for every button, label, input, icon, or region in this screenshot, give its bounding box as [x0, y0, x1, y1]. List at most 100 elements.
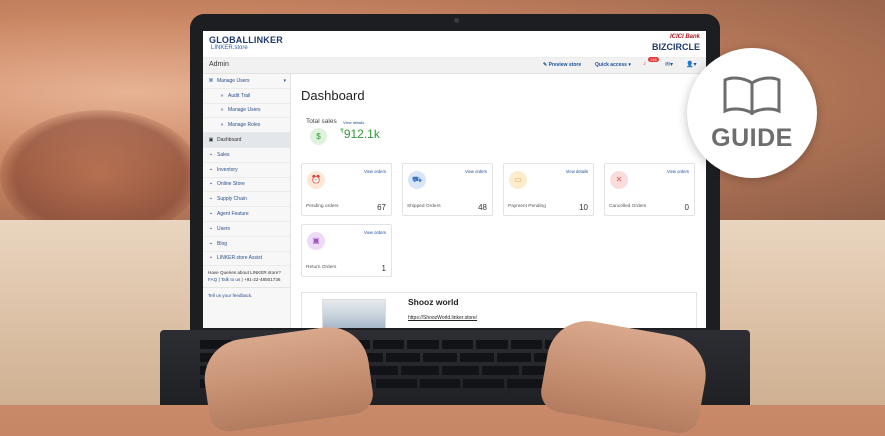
- card-label: Return Orders: [306, 265, 337, 270]
- help-text: Have Queries about LINKER.store?: [208, 270, 281, 276]
- main-content: Dashboard Total sales View details $ ₹91…: [291, 74, 706, 328]
- view-orders-link[interactable]: View orders: [364, 230, 386, 235]
- webcam: [454, 18, 459, 23]
- preview-store-label: Preview store: [548, 62, 582, 68]
- store-icon: ▪: [210, 181, 212, 188]
- app-header: GLOBALLINKER LINKER.store ICICI Bank BIZ…: [203, 31, 706, 58]
- bizcircle-logo: BIZCIRCLE: [652, 42, 700, 52]
- laptop-screen: GLOBALLINKER LINKER.store ICICI Bank BIZ…: [203, 31, 706, 328]
- sidebar-item-label: Blog: [217, 240, 228, 247]
- sidebar-item-label: LINKER.store Assist: [217, 255, 263, 262]
- cancelled-orders-card: ✕ View orders Cancelled Orders 0: [604, 163, 695, 216]
- sidebar-item-users[interactable]: ▪ Users: [203, 222, 290, 237]
- payment-pending-card: ▭ View details Payment Pending 10: [503, 163, 594, 216]
- user-menu-icon[interactable]: 👤▾: [686, 61, 696, 68]
- card-label: Pending orders: [306, 204, 339, 209]
- notification-badge: 146: [648, 57, 659, 62]
- total-sales-view-details[interactable]: View details: [343, 120, 364, 125]
- talk-to-us-link[interactable]: Talk to us: [221, 277, 240, 282]
- sidebar-item-label: Sales: [217, 151, 230, 158]
- card-count: 0: [684, 203, 689, 212]
- notification-bell-icon[interactable]: ♪: [643, 61, 646, 67]
- sidebar-item-manage-roles[interactable]: » Manage Roles: [203, 118, 290, 134]
- store-url-link[interactable]: https://ShoozWorld.linker.store/: [408, 315, 477, 321]
- card-count: 1: [381, 264, 386, 273]
- sidebar-item-inventory[interactable]: ▪ Inventory: [203, 163, 290, 178]
- user-icon: ▪: [210, 225, 212, 232]
- cart-cancel-icon: ✕: [610, 171, 628, 189]
- topbar-title: Admin: [209, 61, 229, 68]
- view-orders-link[interactable]: View orders: [465, 169, 487, 174]
- sidebar-item-dashboard[interactable]: ▣ Dashboard: [203, 133, 290, 148]
- card-count: 10: [579, 203, 588, 212]
- supply-chain-icon: ▪: [210, 196, 212, 203]
- sidebar-item-label: Agent Feature: [217, 211, 249, 218]
- agent-icon: ▪: [210, 211, 212, 218]
- return-box-icon: ▣: [307, 232, 325, 250]
- money-icon: $: [310, 128, 327, 145]
- card-label: Shipped Orders: [407, 204, 441, 209]
- messages-icon[interactable]: ✉▾: [665, 61, 673, 68]
- inventory-icon: ▪: [210, 166, 212, 173]
- sidebar-item-label: Manage Users: [217, 77, 250, 84]
- linker-store-logo: LINKER.store: [211, 45, 248, 51]
- sidebar-item-agent-feature[interactable]: ▪ Agent Feature: [203, 207, 290, 222]
- store-name: Shooz world: [408, 297, 459, 307]
- sidebar-item-blog[interactable]: ▪ Blog: [203, 237, 290, 252]
- sidebar-item-label: Supply Chain: [217, 196, 247, 203]
- card-label: Payment Pending: [508, 204, 546, 209]
- users-icon: ⌘: [208, 77, 214, 84]
- sidebar-item-manage-users[interactable]: ⌘ Manage Users ▾: [203, 74, 290, 89]
- truck-icon: ⛟: [408, 171, 426, 189]
- laptop-bezel: GLOBALLINKER LINKER.store ICICI Bank BIZ…: [190, 14, 720, 364]
- sidebar-item-label: Audit Trail: [228, 92, 251, 99]
- admin-topbar: Admin ✎ Preview store Quick access ▾ ♪ 1…: [203, 57, 706, 74]
- help-section: Have Queries about LINKER.store? FAQ | T…: [203, 266, 290, 283]
- card-count: 48: [478, 203, 487, 212]
- chevron-down-icon: ▾: [628, 62, 631, 68]
- shipped-orders-card: ⛟ View orders Shipped Orders 48: [402, 163, 493, 216]
- page-title: Dashboard: [301, 88, 365, 103]
- sidebar-item-audit-trail[interactable]: » Audit Trail: [203, 89, 290, 104]
- double-chevron-icon: »: [220, 122, 224, 129]
- view-details-link[interactable]: View details: [566, 169, 588, 174]
- guide-label: GUIDE: [711, 124, 793, 152]
- info-icon: •: [210, 255, 212, 262]
- guide-badge: GUIDE: [687, 48, 817, 178]
- sidebar-item-label: Dashboard: [217, 137, 242, 144]
- sidebar-item-supply-chain[interactable]: ▪ Supply Chain: [203, 192, 290, 208]
- sidebar-item-label: Manage Roles: [228, 122, 261, 129]
- pending-orders-card: ⏰ View orders Pending orders 67: [301, 163, 392, 216]
- globallinker-logo[interactable]: GLOBALLINKER: [209, 35, 283, 45]
- icici-bank-logo: ICICI Bank: [669, 34, 700, 40]
- view-orders-link[interactable]: View orders: [364, 169, 386, 174]
- sidebar-item-assist[interactable]: • LINKER.store Assist: [203, 252, 290, 267]
- total-sales-amount: 912.1k: [343, 127, 380, 141]
- store-thumbnail[interactable]: [322, 299, 386, 328]
- chevron-down-icon: ▾: [283, 77, 286, 84]
- preview-store-link[interactable]: ✎ Preview store: [543, 62, 581, 68]
- sidebar-item-label: Online Store: [217, 181, 245, 188]
- sidebar-item-online-store[interactable]: ▪ Online Store: [203, 178, 290, 193]
- dashboard-icon: ▣: [208, 137, 214, 144]
- sidebar-item-sales[interactable]: ▪ Sales: [203, 148, 290, 163]
- payment-card-icon: ▭: [509, 171, 527, 189]
- double-chevron-icon: »: [220, 107, 224, 114]
- blog-icon: ▪: [210, 240, 212, 247]
- cart-icon: ▪: [210, 151, 212, 158]
- sidebar-item-label: Users: [217, 225, 231, 232]
- alarm-clock-icon: ⏰: [307, 171, 325, 189]
- return-orders-card: ▣ View orders Return Orders 1: [301, 224, 392, 277]
- feedback-link[interactable]: Tell us your feedback.: [203, 287, 290, 298]
- total-sales-label: Total sales: [306, 118, 337, 125]
- total-sales-value: ₹912.1k: [340, 127, 380, 141]
- store-card: Shooz world https://ShoozWorld.linker.st…: [301, 292, 697, 328]
- sidebar-item-label: Inventory: [217, 166, 238, 173]
- quick-access-dropdown[interactable]: Quick access ▾: [595, 62, 631, 68]
- card-count: 67: [377, 203, 386, 212]
- sidebar-item-manage-users-sub[interactable]: » Manage Users: [203, 104, 290, 119]
- edit-icon: ✎: [543, 62, 548, 68]
- faq-link[interactable]: FAQ: [208, 277, 217, 282]
- double-chevron-icon: »: [220, 92, 224, 99]
- view-orders-link[interactable]: View orders: [667, 169, 689, 174]
